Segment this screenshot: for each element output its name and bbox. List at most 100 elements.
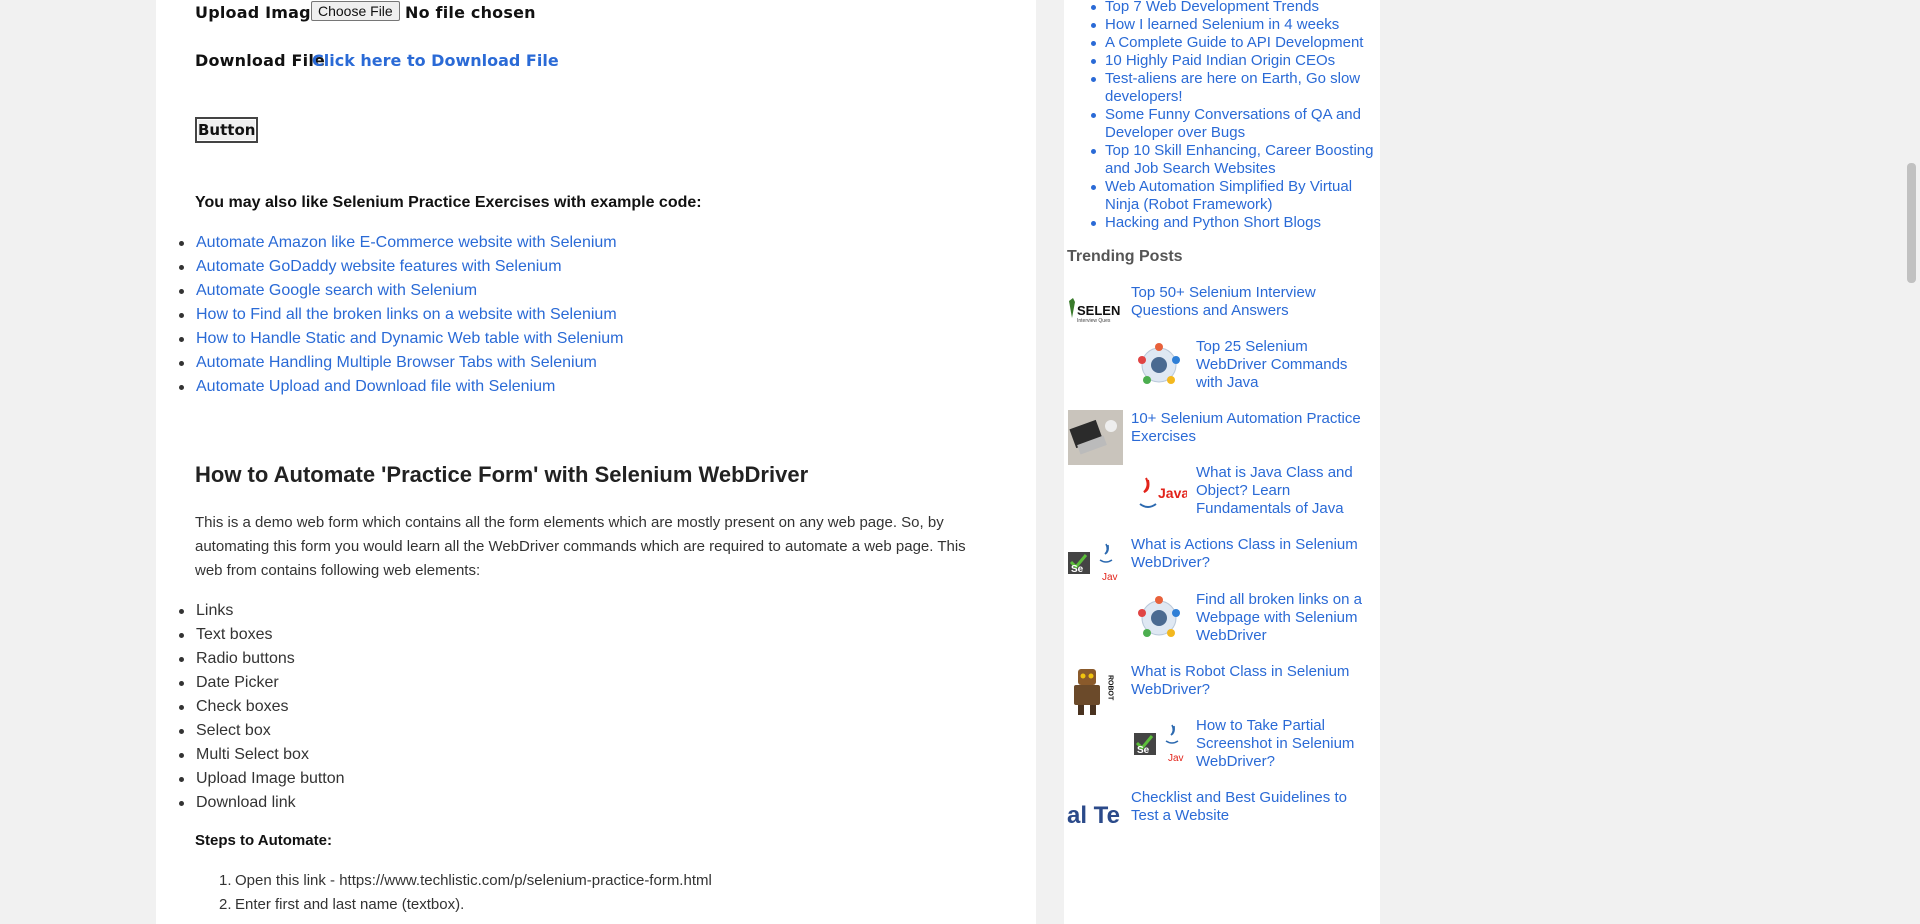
list-item: Automate GoDaddy website features with S… [156, 255, 996, 279]
page-scrollbar[interactable] [1903, 0, 1920, 924]
title-line: WebDriver? [1196, 753, 1275, 770]
trending-posts-heading: Trending Posts [1067, 248, 1183, 265]
title-line: Test a Website [1131, 807, 1230, 824]
list-item: Check boxes [156, 695, 996, 719]
trending-post[interactable]: ROBOT What is Robot Class in Selenium We… [1066, 663, 1378, 719]
thumb-text: Se [1137, 745, 1150, 756]
title-line: WebDriver? [1131, 681, 1210, 698]
element-name: Multi Select box [196, 746, 309, 763]
thumb-text: Se [1071, 564, 1084, 575]
sidebar: Top 7 Web Development Trends How I learn… [1064, 0, 1380, 924]
link-line: Web Automation Simplified By Virtual [1105, 178, 1353, 195]
article-intro: This is a demo web form which contains a… [195, 511, 995, 583]
sidebar-link[interactable]: Hacking and Python Short Blogs [1105, 214, 1321, 231]
link-line: and Job Search Websites [1105, 160, 1276, 177]
thumb-text: Java [1158, 485, 1187, 501]
list-item: Date Picker [156, 671, 996, 695]
title-line: What is Java Class and [1196, 464, 1353, 481]
download-file-label: Download File [195, 51, 326, 70]
link-line: Ninja (Robot Framework) [1105, 196, 1273, 213]
step-text: Open this link - https://www.techlistic.… [235, 872, 712, 889]
title-line: How to Take Partial [1196, 717, 1325, 734]
intro-line: web from contains following web elements… [195, 562, 481, 579]
main-content: Upload Image Choose File No file chosen … [156, 0, 1036, 924]
thumb-text: SELENIU [1077, 303, 1121, 318]
exercise-link[interactable]: How to Handle Static and Dynamic Web tab… [196, 330, 623, 347]
trending-title: 10+ Selenium Automation Practice Exercis… [1131, 410, 1361, 446]
list-item: Text boxes [156, 623, 996, 647]
list-item: How to Find all the broken links on a we… [156, 303, 996, 327]
title-line: Questions and Answers [1131, 302, 1289, 319]
sidebar-link[interactable]: Web Automation Simplified By Virtual Ninj… [1105, 178, 1352, 213]
list-item: Some Funny Conversations of QA and Develo… [1064, 106, 1380, 142]
sidebar-link[interactable]: A Complete Guide to API Development [1105, 34, 1363, 51]
trending-post[interactable]: Find all broken links on a Webpage with … [1066, 591, 1378, 647]
scrollbar-thumb[interactable] [1907, 163, 1916, 283]
list-item: Web Automation Simplified By Virtual Ninj… [1064, 178, 1380, 214]
list-item: Automate Handling Multiple Browser Tabs … [156, 351, 996, 375]
sidebar-link[interactable]: 10 Highly Paid Indian Origin CEOs [1105, 52, 1335, 69]
exercise-link[interactable]: Automate GoDaddy website features with S… [196, 258, 562, 275]
list-item: How I learned Selenium in 4 weeks [1064, 16, 1380, 34]
title-line: Top 25 Selenium [1196, 338, 1308, 355]
trending-title: Find all broken links on a Webpage with … [1196, 591, 1362, 645]
trending-title: Top 50+ Selenium Interview Questions and… [1131, 284, 1316, 320]
list-item: Multi Select box [156, 743, 996, 767]
trending-post[interactable]: al Te Checklist and Best Guidelines to T… [1066, 789, 1378, 845]
list-item: Radio buttons [156, 647, 996, 671]
title-line: with Java [1196, 374, 1259, 391]
title-line: WebDriver [1196, 627, 1267, 644]
element-name: Upload Image button [196, 770, 345, 787]
selenium-logo-icon: SELENIU Interview Ques [1066, 284, 1121, 339]
list-item: Links [156, 599, 996, 623]
sidebar-link[interactable]: How I learned Selenium in 4 weeks [1105, 16, 1339, 33]
trending-post[interactable]: 10+ Selenium Automation Practice Exercis… [1066, 410, 1378, 466]
trending-post[interactable]: Se Jav How to Take Partial Screenshot in… [1066, 717, 1378, 773]
sidebar-link[interactable]: Top 10 Skill Enhancing, Career Boosting a… [1105, 142, 1374, 177]
list-item: 1. Open this link - https://www.techlist… [195, 869, 995, 893]
java-logo-icon: Java [1132, 464, 1187, 519]
exercises-list: Automate Amazon like E-Commerce website … [156, 231, 996, 399]
list-item: Hacking and Python Short Blogs [1064, 214, 1380, 232]
title-line: 10+ Selenium Automation Practice [1131, 410, 1361, 427]
element-name: Date Picker [196, 674, 279, 691]
trending-post[interactable]: Java What is Java Class and Object? Lear… [1066, 464, 1378, 520]
trending-title: How to Take Partial Screenshot in Seleni… [1196, 717, 1354, 771]
title-line: What is Actions Class in Selenium [1131, 536, 1358, 553]
exercise-link[interactable]: How to Find all the broken links on a we… [196, 306, 617, 323]
trending-post[interactable]: SELENIU Interview Ques Top 50+ Selenium … [1066, 284, 1378, 340]
selenium-java-icon: Se Jav [1132, 717, 1187, 772]
trending-post[interactable]: Top 25 Selenium WebDriver Commands with … [1066, 338, 1378, 394]
laptop-photo-icon [1068, 410, 1123, 465]
robot-icon: ROBOT [1068, 663, 1123, 718]
demo-button[interactable]: Button [195, 117, 259, 143]
title-line: What is Robot Class in Selenium [1131, 663, 1350, 680]
sidebar-link[interactable]: Test-aliens are here on Earth, Go slow de… [1105, 70, 1360, 105]
webdriver-browsers-icon [1132, 338, 1187, 393]
thumb-text: Jav [1168, 753, 1184, 764]
download-file-link[interactable]: Click here to Download File [312, 51, 559, 70]
trending-post[interactable]: Se Jav What is Actions Class in Selenium… [1066, 536, 1378, 592]
no-file-chosen-text: No file chosen [405, 3, 536, 22]
sidebar-link[interactable]: Some Funny Conversations of QA and Develo… [1105, 106, 1361, 141]
exercise-link[interactable]: Automate Google search with Selenium [196, 282, 477, 299]
exercise-link[interactable]: Automate Amazon like E-Commerce website … [196, 234, 617, 251]
trending-title: What is Java Class and Object? Learn Fun… [1196, 464, 1353, 518]
exercise-link[interactable]: Automate Handling Multiple Browser Tabs … [196, 354, 597, 371]
list-item: Automate Google search with Selenium [156, 279, 996, 303]
intro-line: automating this form you would learn all… [195, 538, 966, 555]
trending-title: Checklist and Best Guidelines to Test a … [1131, 789, 1347, 825]
element-name: Links [196, 602, 234, 619]
list-item: How to Handle Static and Dynamic Web tab… [156, 327, 996, 351]
list-item: 10 Highly Paid Indian Origin CEOs [1064, 52, 1380, 70]
title-line: Exercises [1131, 428, 1197, 445]
list-item: Top 7 Web Development Trends [1064, 0, 1380, 16]
step-number: 1. [219, 872, 232, 889]
article-title: How to Automate 'Practice Form' with Sel… [195, 462, 809, 487]
choose-file-button[interactable]: Choose File [311, 1, 400, 21]
link-line: Some Funny Conversations of QA and [1105, 106, 1361, 123]
exercise-link[interactable]: Automate Upload and Download file with S… [196, 378, 555, 395]
thumb-subtext: Interview Ques [1077, 318, 1111, 324]
element-name: Download link [196, 794, 296, 811]
sidebar-link[interactable]: Top 7 Web Development Trends [1105, 0, 1319, 15]
